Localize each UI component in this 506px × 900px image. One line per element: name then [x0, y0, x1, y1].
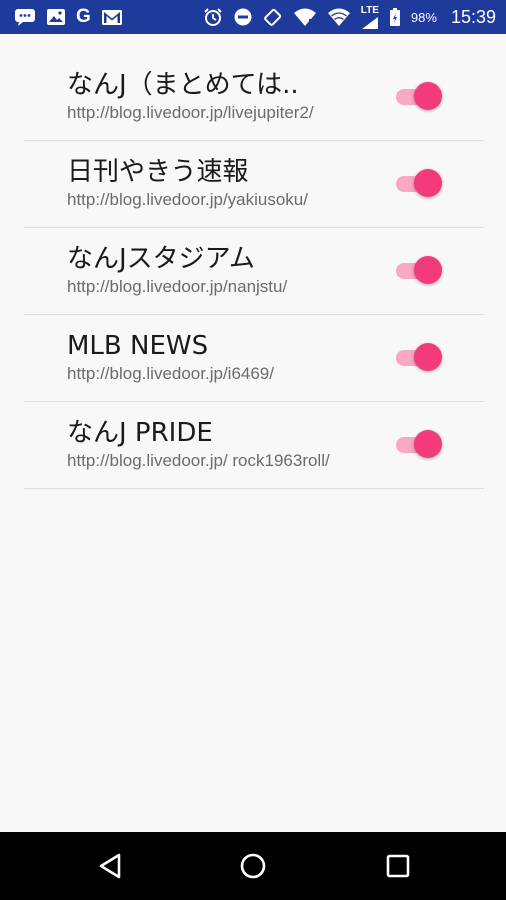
blog-url: http://blog.livedoor.jp/livejupiter2/: [67, 103, 314, 122]
battery-icon: [389, 7, 401, 27]
back-icon[interactable]: [95, 850, 127, 882]
blog-url: http://blog.livedoor.jp/yakiusoku/: [67, 190, 308, 209]
status-bar: G LTE 98% 15:39: [0, 0, 506, 34]
home-icon[interactable]: [237, 850, 269, 882]
notification-icons: G: [14, 6, 123, 28]
enable-toggle[interactable]: [396, 430, 442, 460]
blog-title: MLB NEWS: [67, 331, 209, 361]
message-icon: [14, 8, 36, 26]
list-item[interactable]: 日刊やきう速報 http://blog.livedoor.jp/yakiusok…: [24, 141, 484, 228]
toggle-thumb: [414, 256, 442, 284]
toggle-thumb: [414, 169, 442, 197]
google-icon: G: [76, 6, 91, 27]
enable-toggle[interactable]: [396, 169, 442, 199]
clock: 15:39: [450, 6, 496, 27]
do-not-disturb-icon: [233, 7, 253, 27]
blog-title: なんJ PRIDE: [67, 418, 213, 448]
toggle-thumb: [414, 430, 442, 458]
toggle-thumb: [414, 82, 442, 110]
blog-list: なんJ（まとめては.. http://blog.livedoor.jp/live…: [24, 54, 484, 489]
alarm-icon: [203, 7, 223, 27]
blog-title: 日刊やきう速報: [67, 157, 249, 187]
blog-title: なんJ（まとめては..: [67, 70, 299, 100]
toggle-thumb: [414, 343, 442, 371]
network-type: LTE: [360, 4, 379, 16]
recents-icon[interactable]: [382, 850, 414, 882]
rotate-icon: [263, 7, 283, 27]
list-item[interactable]: なんJスタジアム http://blog.livedoor.jp/nanjstu…: [24, 228, 484, 315]
blog-url: http://blog.livedoor.jp/i6469/: [67, 364, 274, 383]
signal-icon: LTE: [361, 5, 379, 30]
enable-toggle[interactable]: [396, 256, 442, 286]
enable-toggle[interactable]: [396, 343, 442, 373]
blog-title: なんJスタジアム: [67, 244, 255, 274]
enable-toggle[interactable]: [396, 82, 442, 112]
list-item[interactable]: なんJ PRIDE http://blog.livedoor.jp/ rock1…: [24, 402, 484, 489]
list-item[interactable]: なんJ（まとめては.. http://blog.livedoor.jp/live…: [24, 54, 484, 141]
battery-percent: 98%: [410, 9, 437, 25]
wifi-calling-icon: [293, 7, 317, 27]
blog-url: http://blog.livedoor.jp/nanjstu/: [67, 277, 288, 296]
gmail-icon: [101, 9, 123, 26]
blog-url: http://blog.livedoor.jp/ rock1963roll/: [67, 451, 330, 470]
navigation-bar: [0, 832, 506, 900]
wifi-icon: [327, 7, 351, 27]
list-item[interactable]: MLB NEWS http://blog.livedoor.jp/i6469/: [24, 315, 484, 402]
gallery-icon: [46, 8, 66, 26]
system-icons: LTE 98% 15:39: [203, 5, 496, 30]
